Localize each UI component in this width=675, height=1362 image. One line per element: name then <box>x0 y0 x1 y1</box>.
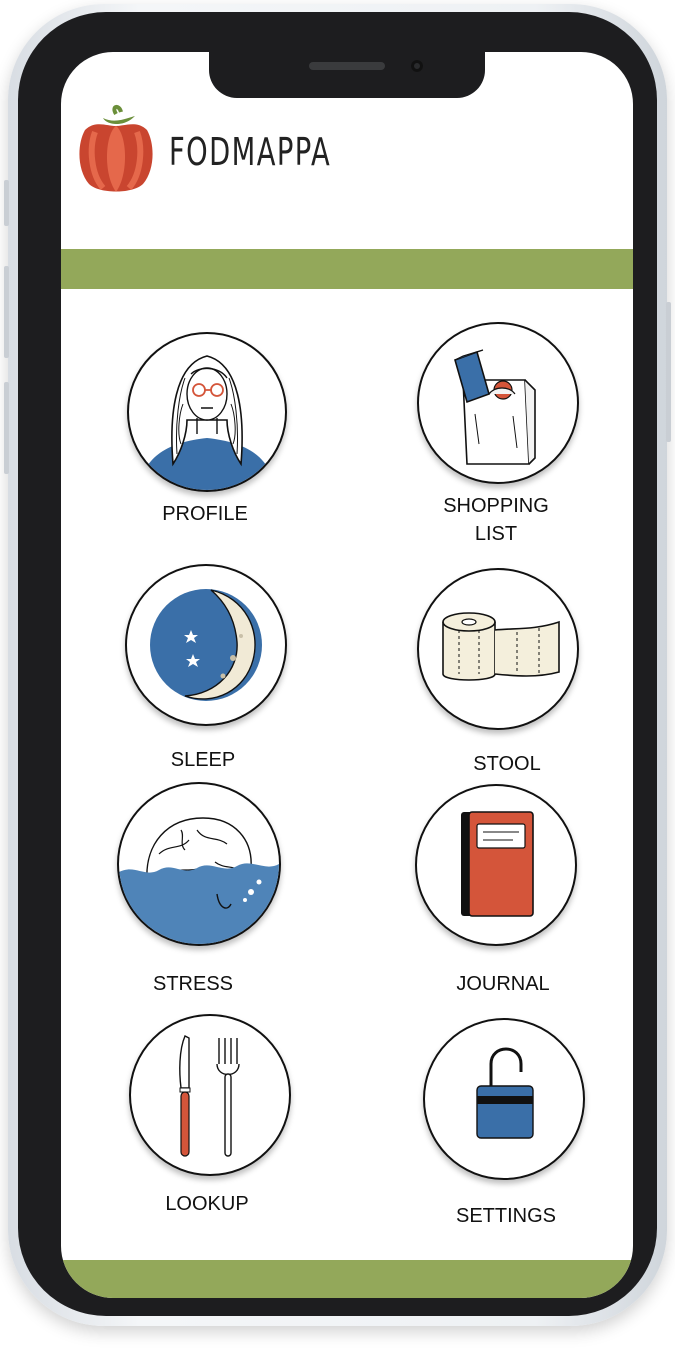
woman-portrait-icon <box>139 355 275 490</box>
menu-label-settings: SETTINGS <box>455 1205 556 1227</box>
menu-label-profile: PROFILE <box>162 503 248 525</box>
app-screen: FODMAPPA PROFILE SHOPPING LIST SLEEP STO… <box>61 52 633 1298</box>
menu-tile-settings[interactable]: SETTINGS <box>423 1018 593 1227</box>
footer-bar <box>61 1260 633 1298</box>
phone-bezel: FODMAPPA PROFILE SHOPPING LIST SLEEP STO… <box>18 12 657 1316</box>
menu-label-stress: STRESS <box>152 973 234 995</box>
volume-down-button <box>4 382 9 474</box>
mute-switch <box>4 180 9 226</box>
settings-icon-circle[interactable] <box>423 1018 585 1180</box>
brain-underwater-icon <box>119 817 279 944</box>
front-camera <box>411 60 423 72</box>
volume-up-button <box>4 266 9 358</box>
app-header-brand: FODMAPPA <box>75 104 375 200</box>
notch <box>209 52 485 98</box>
moon-icon <box>150 589 262 701</box>
journal-icon-circle[interactable] <box>415 784 577 946</box>
toilet-paper-icon <box>442 612 560 681</box>
menu-label-sleep: SLEEP <box>170 749 236 771</box>
menu-tile-sleep[interactable]: SLEEP <box>123 564 293 771</box>
sleep-icon-circle[interactable] <box>125 564 287 726</box>
menu-label-journal: JOURNAL <box>456 973 550 995</box>
menu-tile-lookup[interactable]: LOOKUP <box>129 1014 299 1215</box>
menu-tile-stool[interactable]: STOOL <box>417 568 587 775</box>
menu-tile-journal[interactable]: JOURNAL <box>415 784 585 995</box>
header-bar <box>61 249 633 289</box>
padlock-icon <box>476 1047 534 1139</box>
lookup-icon-circle[interactable] <box>129 1014 291 1176</box>
stool-icon-circle[interactable] <box>417 568 579 730</box>
stress-icon-circle[interactable] <box>117 782 281 946</box>
shopping-list-icon-circle[interactable] <box>417 322 579 484</box>
profile-icon-circle[interactable] <box>127 332 287 492</box>
menu-label-shopping-list: SHOPPING LIST <box>443 495 549 545</box>
app-title: FODMAPPA <box>169 130 332 174</box>
menu-tile-shopping-list[interactable]: SHOPPING LIST <box>417 322 587 552</box>
phone-frame: FODMAPPA PROFILE SHOPPING LIST SLEEP STO… <box>4 4 671 1326</box>
menu-tile-stress[interactable]: STRESS <box>115 782 285 995</box>
speaker-grille <box>309 62 385 70</box>
menu-tile-profile[interactable]: PROFILE <box>125 332 295 532</box>
power-button <box>666 302 671 442</box>
notebook-icon <box>461 811 534 917</box>
grocery-bag-icon <box>454 349 536 465</box>
menu-label-stool: STOOL <box>473 753 541 775</box>
knife-fork-icon <box>179 1035 240 1157</box>
menu-label-lookup: LOOKUP <box>165 1193 249 1215</box>
tomato-logo-icon <box>79 105 153 192</box>
